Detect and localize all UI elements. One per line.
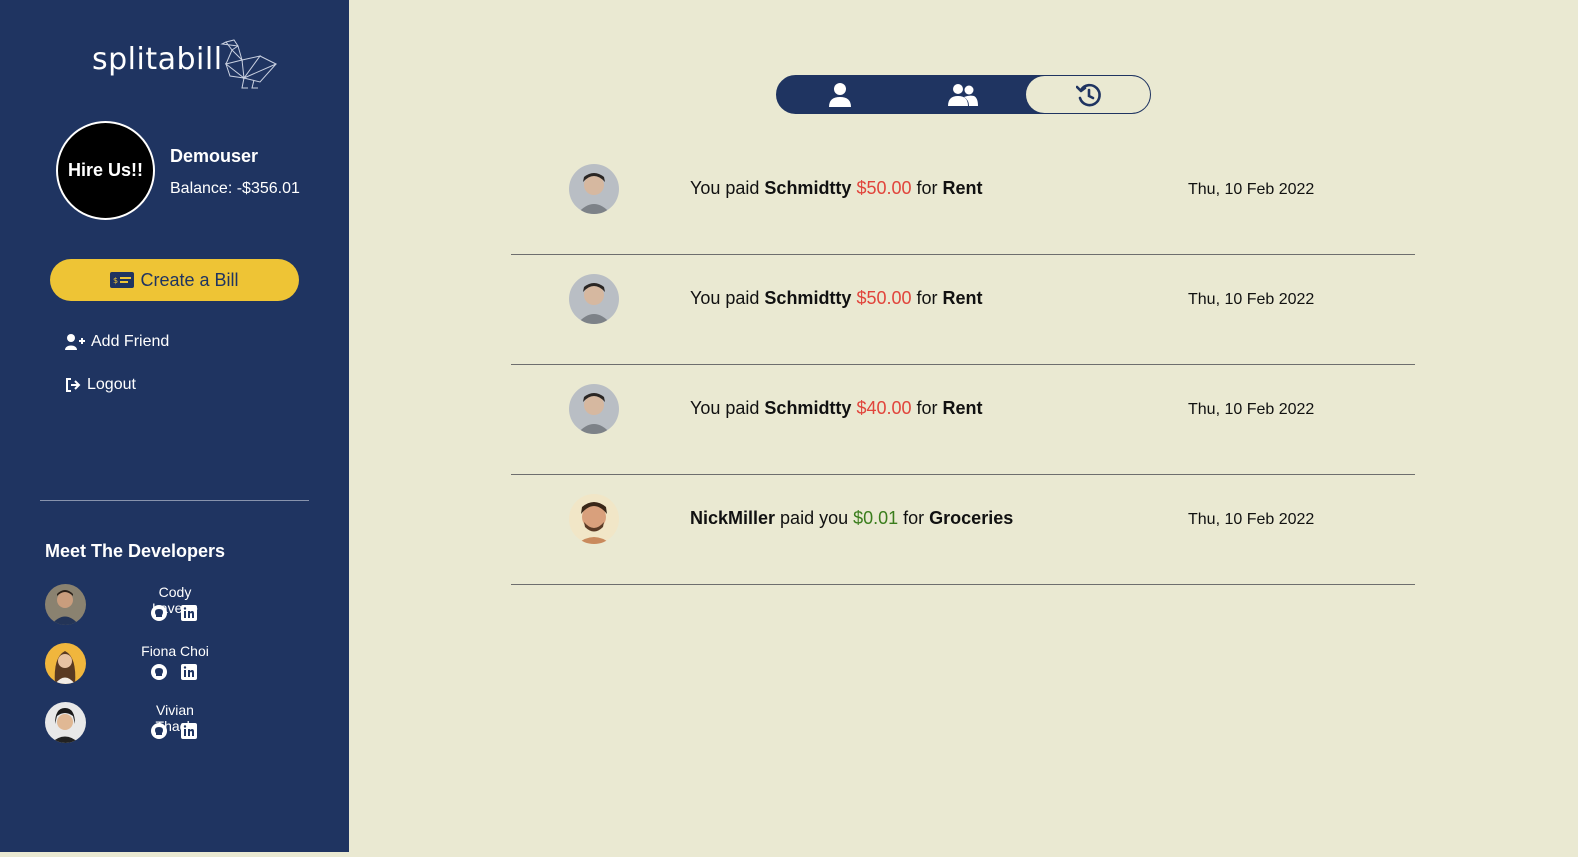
developers-title: Meet The Developers bbox=[45, 541, 226, 561]
developer-avatar bbox=[45, 584, 86, 625]
transaction-date: Thu, 10 Feb 2022 bbox=[1188, 511, 1315, 528]
developer-card: Cody Lavene bbox=[45, 584, 305, 628]
username: Demouser bbox=[170, 146, 259, 166]
transaction-amount: $50.00 bbox=[856, 178, 912, 198]
developer-avatar bbox=[45, 702, 86, 743]
transaction-date: Thu, 10 Feb 2022 bbox=[1188, 401, 1315, 418]
linkedin-icon[interactable] bbox=[181, 723, 197, 739]
developer-avatar bbox=[45, 643, 86, 684]
transaction-row[interactable]: You paid Schmidtty $50.00 for Rent Thu, … bbox=[511, 145, 1415, 255]
payee-name: Schmidtty bbox=[764, 288, 852, 308]
sidebar: splitabill Hire Us!! Demouser Balance: -… bbox=[0, 0, 349, 852]
payer-name: NickMiller bbox=[690, 508, 776, 528]
transaction-item: Rent bbox=[942, 288, 983, 308]
transaction-text: You paid Schmidtty $50.00 for Rent bbox=[690, 178, 983, 199]
users-icon bbox=[947, 83, 978, 106]
transaction-text-part: You paid bbox=[690, 178, 765, 198]
transaction-item: Rent bbox=[942, 398, 983, 418]
transaction-text-part: for bbox=[911, 288, 943, 308]
developer-card: Fiona Choi bbox=[45, 643, 305, 687]
bill-icon: $ bbox=[110, 272, 135, 288]
transaction-text-part: for bbox=[911, 398, 943, 418]
github-icon[interactable] bbox=[151, 605, 167, 621]
transaction-row[interactable]: You paid Schmidtty $50.00 for Rent Thu, … bbox=[511, 255, 1415, 365]
tab-friends[interactable] bbox=[900, 76, 1025, 113]
transaction-amount: $0.01 bbox=[853, 508, 899, 528]
transaction-amount: $50.00 bbox=[856, 288, 912, 308]
transaction-item: Groceries bbox=[929, 508, 1014, 528]
schmidtty-avatar bbox=[569, 274, 619, 324]
balance: Balance: -$356.01 bbox=[170, 180, 300, 197]
add-friend-link[interactable]: Add Friend bbox=[65, 333, 169, 351]
duck-logo-icon bbox=[220, 39, 278, 89]
history-icon bbox=[1075, 83, 1101, 106]
create-bill-button[interactable]: $ Create a Bill bbox=[50, 259, 299, 301]
transaction-date: Thu, 10 Feb 2022 bbox=[1188, 181, 1315, 198]
linkedin-icon[interactable] bbox=[181, 605, 197, 621]
transaction-row[interactable]: You paid Schmidtty $40.00 for Rent Thu, … bbox=[511, 365, 1415, 475]
create-bill-label: Create a Bill bbox=[140, 269, 239, 290]
transaction-text-part: for bbox=[911, 178, 943, 198]
schmidtty-avatar bbox=[569, 384, 619, 434]
developer-name: Fiona Choi bbox=[141, 643, 209, 659]
transaction-text: NickMiller paid you $0.01 for Groceries bbox=[690, 508, 1013, 529]
transaction-text-part: for bbox=[898, 508, 930, 528]
transaction-text: You paid Schmidtty $50.00 for Rent bbox=[690, 288, 983, 309]
linkedin-icon[interactable] bbox=[181, 664, 197, 680]
transaction-amount: $40.00 bbox=[856, 398, 912, 418]
transaction-text: You paid Schmidtty $40.00 for Rent bbox=[690, 398, 983, 419]
transaction-date: Thu, 10 Feb 2022 bbox=[1188, 291, 1315, 308]
tab-history[interactable] bbox=[1026, 76, 1150, 113]
schmidtty-avatar bbox=[569, 164, 619, 214]
transaction-row[interactable]: NickMiller paid you $0.01 for Groceries … bbox=[511, 475, 1415, 585]
github-icon[interactable] bbox=[151, 664, 167, 680]
svg-text:$: $ bbox=[113, 276, 118, 285]
github-icon[interactable] bbox=[151, 723, 167, 739]
tab-individual[interactable] bbox=[777, 76, 902, 113]
brand-name: splitabill bbox=[92, 42, 223, 77]
sidebar-divider bbox=[40, 500, 309, 501]
logo[interactable]: splitabill bbox=[92, 39, 278, 89]
payee-name: Schmidtty bbox=[764, 398, 852, 418]
transaction-item: Rent bbox=[942, 178, 983, 198]
profile-avatar: Hire Us!! bbox=[56, 121, 155, 220]
transaction-text-part: paid you bbox=[775, 508, 854, 528]
transaction-text-part: You paid bbox=[690, 288, 765, 308]
user-icon bbox=[828, 82, 851, 107]
add-friend-label: Add Friend bbox=[91, 333, 170, 350]
profile-badge: Hire Us!! bbox=[67, 160, 143, 180]
user-plus-icon bbox=[65, 334, 85, 350]
view-toggle bbox=[776, 75, 1151, 114]
nickmiller-avatar bbox=[569, 494, 619, 544]
sign-out-icon bbox=[66, 378, 81, 392]
developer-card: Vivian Thach bbox=[45, 702, 305, 746]
transaction-text-part: You paid bbox=[690, 398, 765, 418]
logout-link[interactable]: Logout bbox=[65, 376, 136, 394]
payee-name: Schmidtty bbox=[764, 178, 852, 198]
logout-label: Logout bbox=[87, 376, 136, 393]
